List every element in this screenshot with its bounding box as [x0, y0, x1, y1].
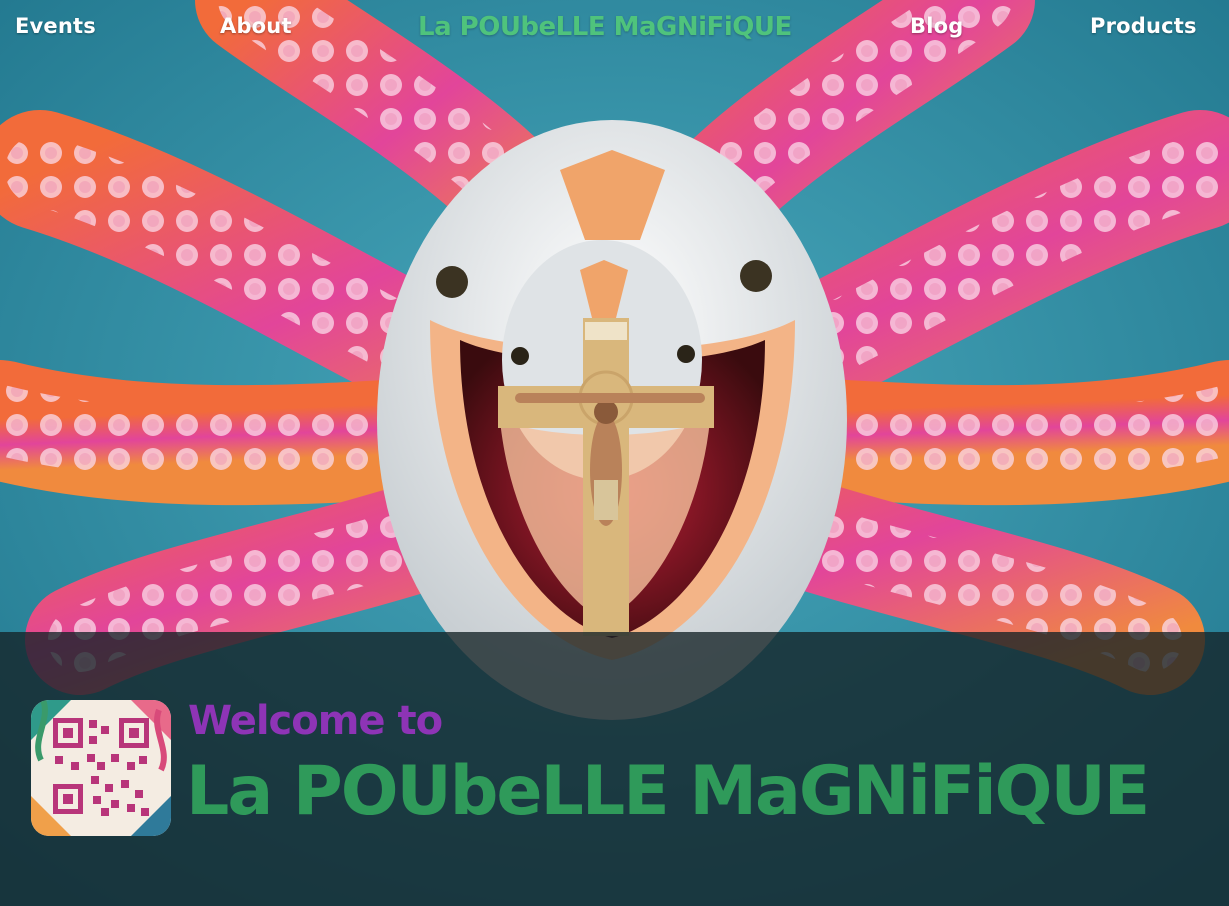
nav-link-about[interactable]: About	[220, 14, 292, 38]
nav-link-events[interactable]: Events	[15, 14, 96, 38]
nav-link-products[interactable]: Products	[1090, 14, 1197, 38]
welcome-heading: Welcome to	[188, 698, 443, 744]
page-title: La POUbeLLE MaGNiFiQUE	[186, 752, 1150, 831]
top-navigation: Events About La POUbeLLE MaGNiFiQUE Blog…	[0, 0, 1229, 62]
nav-brand-logo[interactable]: La POUbeLLE MaGNiFiQUE	[418, 12, 792, 42]
qr-code-icon	[31, 700, 171, 836]
nav-link-blog[interactable]: Blog	[910, 14, 963, 38]
